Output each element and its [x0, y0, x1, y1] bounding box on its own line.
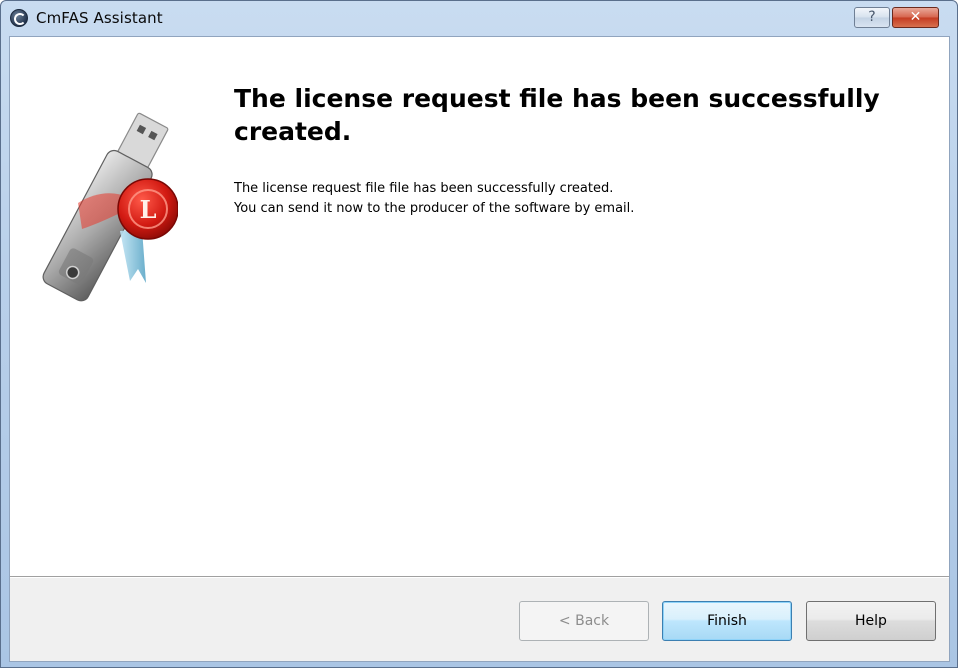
close-icon: ✕ — [909, 9, 922, 25]
page-heading: The license request file has been succes… — [234, 84, 880, 146]
back-button[interactable]: < Back — [519, 601, 649, 641]
finish-button[interactable]: Finish — [662, 601, 792, 641]
dialog-client-area: L The license request file has been succ… — [9, 36, 950, 662]
window-title: CmFAS Assistant — [36, 9, 163, 27]
usb-stick-with-license-seal-icon: L — [42, 112, 178, 302]
question-mark-icon: ? — [868, 9, 876, 25]
svg-text:L: L — [140, 195, 157, 224]
title-close-button[interactable]: ✕ — [892, 7, 939, 28]
title-help-button[interactable]: ? — [854, 7, 890, 28]
description-text: The license request file file has been s… — [234, 179, 924, 219]
description-line-2: You can send it now to the producer of t… — [234, 201, 635, 216]
cmfas-app-icon — [10, 9, 28, 27]
description-line-1: The license request file file has been s… — [234, 181, 614, 196]
title-bar[interactable]: CmFAS Assistant ? ✕ — [1, 1, 957, 37]
help-button[interactable]: Help — [806, 601, 936, 641]
assistant-window: CmFAS Assistant ? ✕ L The license reques… — [0, 0, 958, 668]
